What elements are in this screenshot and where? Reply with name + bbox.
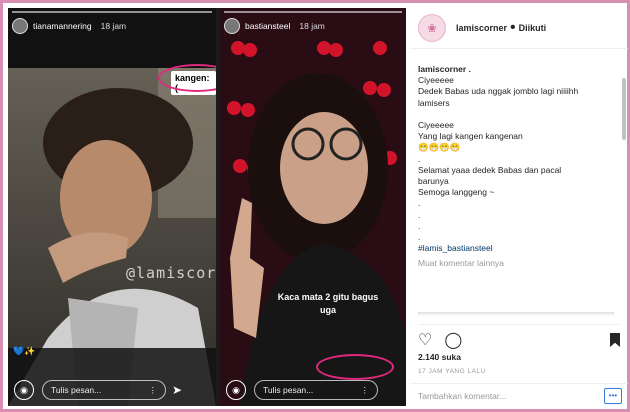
story-left: tianamannering 18 jam kangen:( @lamiscor… [8,8,216,406]
story-reply-bar: ◉ Tulis pesan... ⋮ [226,380,378,400]
comment-fade [418,312,614,316]
highlight-circle [316,354,394,380]
like-count[interactable]: 2.140 suka [418,352,461,362]
caption-line: . [418,153,421,164]
post-username[interactable]: lamiscorner [456,23,507,33]
more-vertical-icon[interactable]: ⋮ [361,385,370,396]
more-vertical-icon[interactable]: ⋮ [149,385,158,396]
caption-line: . [418,198,421,209]
like-heart-icon[interactable]: ♡ [418,330,432,350]
caption-line: . [418,220,421,231]
story-reply-input[interactable]: Tulis pesan... ⋮ [254,380,378,400]
add-comment-input[interactable]: Tambahkan komentar... [418,391,506,401]
story-reply-input[interactable]: Tulis pesan... ⋮ [42,380,166,400]
story-progress-bar [224,11,402,13]
post-caption: lamiscorner . Ciyeeeee Dedek Babas uda ngg… [418,64,614,270]
bookmark-icon[interactable] [610,333,620,347]
watermark: @lamiscorner [126,264,216,282]
caption-line: Yang lagi kangen kangenan [418,131,523,142]
story-username[interactable]: tianamannering [33,21,92,31]
story-time: 18 jam [100,21,127,31]
story-time: 18 jam [299,21,325,31]
story-username[interactable]: bastiansteel [245,21,290,31]
avatar[interactable] [224,18,240,34]
caption-line: Ciyeeeee [418,75,454,86]
reply-placeholder: Tulis pesan... [263,385,314,395]
separator-dot: • [510,19,516,36]
comments-scrollbar[interactable] [622,78,626,140]
story-caption: Kaca mata 2 gitu bagus uga [277,292,379,315]
add-comment-bar: Tambahkan komentar... ••• [410,383,628,407]
post-header: ❀ lamiscorner • Diikuti [410,8,628,49]
post-timestamp: 17 JAM YANG LALU [418,368,486,375]
story-right: bastiansteel 18 jam Kaca mata 2 gitu bag… [220,8,406,406]
story-reply-bar: ◉ Tulis pesan... ⋮ ➤ [14,380,182,400]
caption-line: Dedek Babas uda nggak jomblo lagi niiiih… [418,86,579,97]
story-header: tianamannering 18 jam [12,18,126,34]
caption-line: . [418,209,421,220]
load-more-comments[interactable]: Muat komentar lainnya [418,258,614,269]
caption-line: Semoga langgeng ~ [418,187,495,198]
story-header: bastiansteel 18 jam [224,18,325,34]
more-options-button[interactable]: ••• [604,387,622,404]
story-right-photo [220,8,406,406]
follow-status-button[interactable]: Diikuti [519,23,547,33]
story-progress-bar [12,11,212,13]
avatar[interactable] [12,18,28,34]
caption-line [418,109,614,120]
caption-line: Ciyeeeee [418,120,454,130]
caption-line: Selamat yaaa dedek Babas dan pacal [418,164,562,175]
reply-placeholder: Tulis pesan... [51,385,102,395]
post-media[interactable]: tianamannering 18 jam kangen:( @lamiscor… [8,8,406,406]
caption-line: 😁😁😁😁 [418,142,461,153]
post-window: tianamannering 18 jam kangen:( @lamiscor… [3,3,628,409]
profile-avatar[interactable]: ❀ [418,14,446,42]
send-icon[interactable]: ➤ [172,383,182,397]
story-emoji: 💙✨ [13,346,36,356]
comment-bubble-icon[interactable]: ◯ [444,330,462,350]
caption-line: . [418,232,421,243]
camera-icon[interactable]: ◉ [226,380,246,400]
caption-line: lamisers [418,97,450,108]
caption-line: lamiscorner . [418,64,471,74]
camera-icon[interactable]: ◉ [14,380,34,400]
post-actions: ♡ ◯ [418,324,620,351]
post-details-panel: ❀ lamiscorner • Diikuti lamiscorner . Ciy… [410,8,628,406]
caption-line: barunya [418,176,449,187]
hashtag-link[interactable]: #lamis_bastiansteel [418,243,614,254]
